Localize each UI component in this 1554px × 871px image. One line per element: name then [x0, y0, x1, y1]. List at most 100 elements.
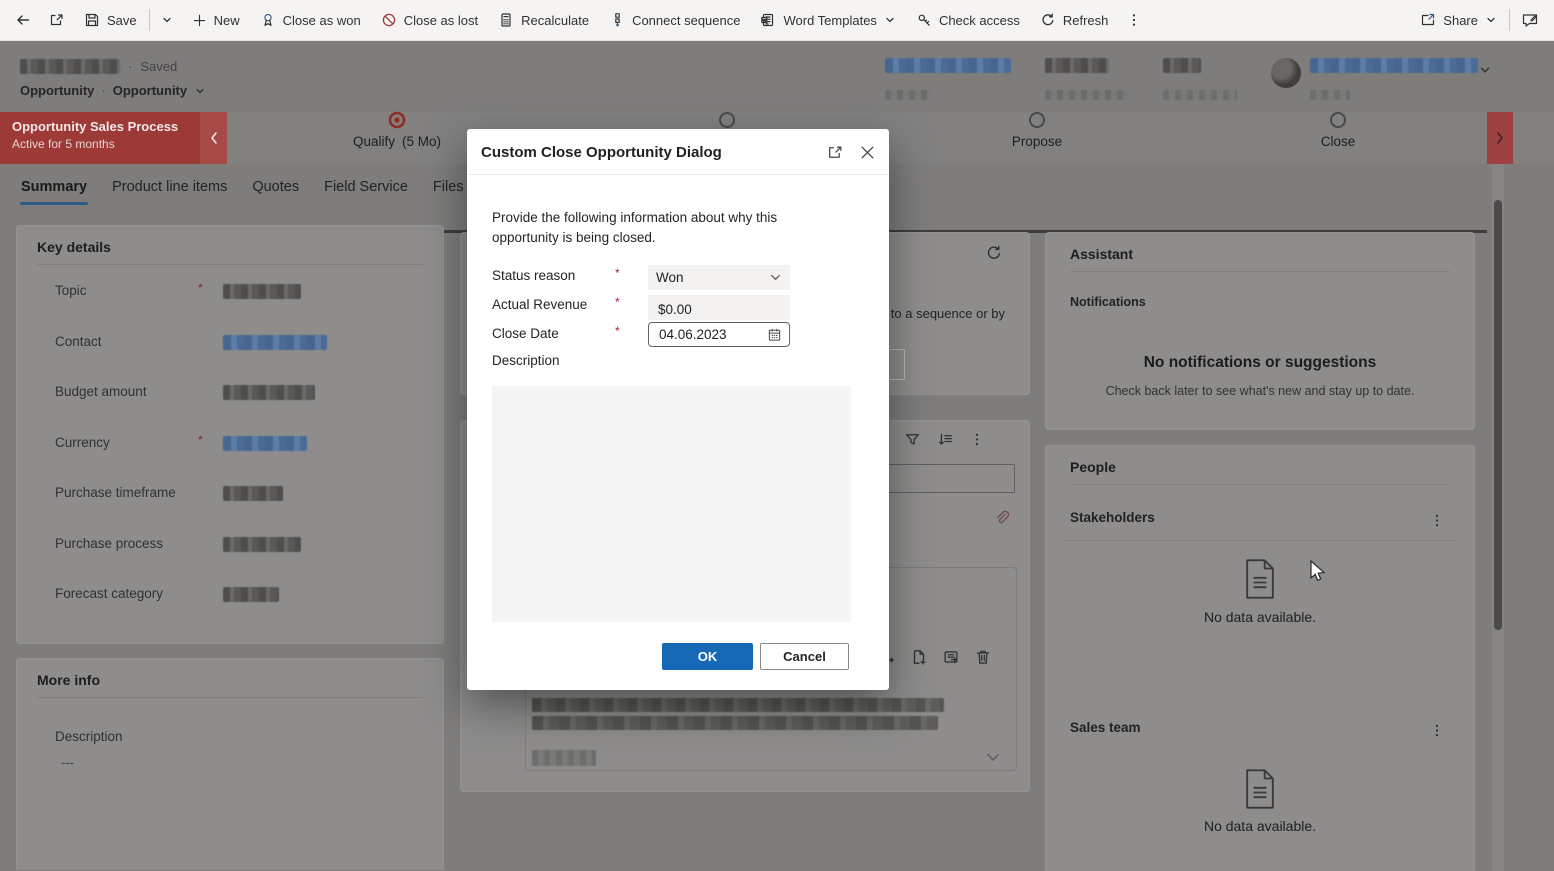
header-field-label-redacted: [1163, 90, 1237, 100]
field-value-redacted[interactable]: [223, 385, 315, 400]
paperclip-icon[interactable]: [993, 509, 1011, 527]
close-as-lost-button[interactable]: Close as lost: [371, 0, 488, 41]
post-text-redacted: [532, 716, 938, 730]
sales-team-label: Sales team: [1070, 720, 1141, 735]
ribbon-icon: [260, 12, 276, 28]
field-value-redacted[interactable]: [223, 335, 327, 350]
check-access-button[interactable]: Check access: [906, 0, 1030, 41]
popout-dialog-icon[interactable]: [827, 144, 844, 161]
cancel-button[interactable]: Cancel: [760, 643, 849, 670]
description-value[interactable]: ---: [61, 755, 74, 770]
more-options-icon[interactable]: [970, 431, 984, 448]
feedback-button[interactable]: [1512, 0, 1548, 41]
more-commands-button[interactable]: [1118, 0, 1150, 41]
stage-circle-icon: [1330, 112, 1346, 128]
custom-close-opportunity-dialog: Custom Close Opportunity Dialog Provide …: [467, 129, 889, 690]
actual-revenue-input[interactable]: $0.00: [648, 295, 790, 320]
saved-status: Saved: [140, 59, 177, 74]
field-value-redacted[interactable]: [223, 486, 283, 501]
tab-summary[interactable]: Summary: [20, 164, 88, 210]
field-label: Currency: [55, 435, 110, 450]
tab-field-service[interactable]: Field Service: [323, 164, 409, 210]
open-in-new-window-button[interactable]: [40, 0, 74, 41]
header-field-value-redacted[interactable]: [1310, 58, 1478, 73]
stakeholders-menu-icon[interactable]: [1430, 512, 1444, 529]
header-field-label-redacted: [885, 90, 931, 100]
description-label: Description: [492, 353, 560, 368]
scrollbar-thumb[interactable]: [1494, 200, 1502, 630]
save-button[interactable]: Save: [74, 0, 147, 41]
required-marker: *: [198, 433, 203, 447]
form-selector[interactable]: Opportunity: [113, 83, 187, 98]
document-add-icon[interactable]: [910, 648, 928, 666]
assistant-empty-title: No notifications or suggestions: [1046, 354, 1474, 372]
back-button[interactable]: [6, 0, 40, 41]
sort-icon[interactable]: [937, 431, 954, 448]
field-row-topic: Topic *: [17, 265, 443, 316]
field-value-redacted[interactable]: [223, 587, 279, 602]
sequence-icon: [609, 12, 625, 28]
header-field[interactable]: [885, 58, 1011, 100]
header-field-value-redacted[interactable]: [885, 58, 1011, 73]
refresh-button[interactable]: Refresh: [1030, 0, 1119, 41]
process-scroll-right-button[interactable]: [1487, 112, 1513, 164]
recalculate-button[interactable]: Recalculate: [488, 0, 599, 41]
header-field[interactable]: [1163, 58, 1237, 100]
record-name-redacted: [20, 59, 120, 74]
status-reason-dropdown[interactable]: Won: [648, 265, 790, 290]
field-value-redacted[interactable]: [223, 436, 307, 451]
delete-icon[interactable]: [974, 648, 992, 666]
header-field-label-redacted: [1045, 90, 1129, 100]
expand-post-chevron-icon[interactable]: [984, 748, 1002, 766]
field-label: Purchase timeframe: [55, 485, 176, 500]
process-status: Active for 5 months: [12, 137, 200, 151]
dialog-title: Custom Close Opportunity Dialog: [481, 144, 811, 161]
field-label: Purchase process: [55, 536, 163, 551]
field-row-budget-amount: Budget amount: [17, 366, 443, 417]
close-date-input[interactable]: 04.06.2023: [648, 322, 790, 347]
header-owner-field[interactable]: [1271, 58, 1478, 100]
header-field[interactable]: [1045, 58, 1129, 100]
tab-quotes[interactable]: Quotes: [251, 164, 300, 210]
description-label: Description: [55, 729, 123, 744]
close-as-won-button[interactable]: Close as won: [250, 0, 371, 41]
ok-button[interactable]: OK: [662, 643, 753, 670]
avatar: [1271, 58, 1301, 88]
actual-revenue-value: $0.00: [658, 302, 692, 317]
field-value-redacted[interactable]: [223, 537, 301, 552]
header-expand-chevron-icon[interactable]: [1478, 63, 1492, 77]
save-label: Save: [107, 13, 137, 28]
save-split-button[interactable]: [152, 0, 182, 41]
stage-circle-icon: [1029, 112, 1045, 128]
arrow-left-icon: [15, 12, 31, 28]
stage-circle-icon: [719, 112, 735, 128]
description-textarea[interactable]: [492, 386, 851, 622]
field-value-redacted[interactable]: [223, 284, 301, 299]
note-forward-icon[interactable]: [942, 648, 960, 666]
divider: [1070, 484, 1450, 485]
popout-icon: [49, 12, 65, 28]
word-templates-button[interactable]: Word Templates: [750, 0, 905, 41]
field-row-contact: Contact: [17, 316, 443, 367]
filter-icon[interactable]: [904, 431, 921, 448]
tab-product-line-items[interactable]: Product line items: [111, 164, 228, 210]
separator: ·: [101, 83, 105, 98]
tab-files[interactable]: Files: [432, 164, 465, 210]
refresh-icon[interactable]: [985, 244, 1003, 262]
ellipsis-vertical-icon: [1127, 12, 1141, 28]
card-title: More info: [17, 659, 443, 697]
field-row-purchase-timeframe: Purchase timeframe: [17, 467, 443, 518]
close-dialog-icon[interactable]: [860, 145, 875, 160]
calendar-icon[interactable]: [767, 327, 782, 342]
chevron-down-icon: [769, 271, 782, 284]
process-scroll-left-button[interactable]: [200, 112, 227, 164]
sales-team-menu-icon[interactable]: [1430, 722, 1444, 739]
dialog-header: Custom Close Opportunity Dialog: [467, 129, 889, 175]
calculator-icon: [498, 12, 514, 28]
chevron-down-icon[interactable]: [194, 85, 206, 97]
new-button[interactable]: New: [182, 0, 250, 41]
stage-duration: (5 Mo): [402, 134, 441, 149]
card-title: Key details: [17, 226, 443, 264]
connect-sequence-button[interactable]: Connect sequence: [599, 0, 750, 41]
share-button[interactable]: Share: [1410, 0, 1507, 41]
